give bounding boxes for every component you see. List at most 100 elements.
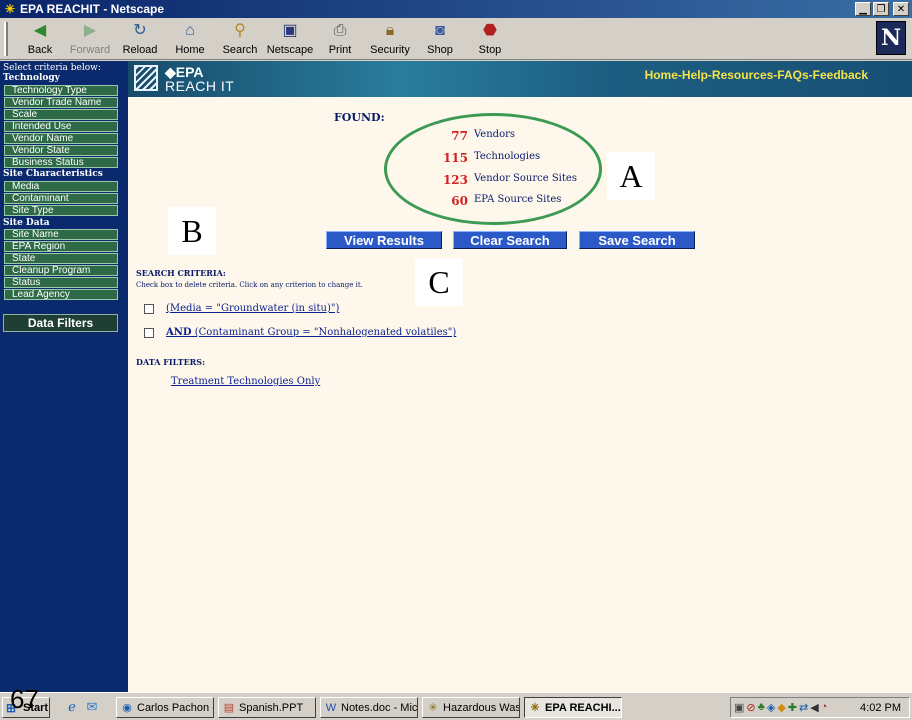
- criterion-link-media[interactable]: (Media = "Groundwater (in situ)"): [166, 303, 339, 314]
- home-button[interactable]: ⌂ Home: [164, 20, 216, 58]
- data-filters-button[interactable]: Data Filters: [3, 314, 118, 332]
- task-spanish-ppt[interactable]: ▤ Spanish.PPT: [218, 697, 316, 718]
- save-search-button[interactable]: Save Search: [579, 231, 695, 249]
- stat-row-epa-source-sites[interactable]: 60 EPA Source Sites: [128, 194, 588, 208]
- minimize-button[interactable]: ▁: [855, 2, 871, 16]
- nav-link-faqs[interactable]: FAQs: [777, 68, 808, 82]
- sidebar-item-status[interactable]: Status: [4, 277, 118, 288]
- stat-row-technologies[interactable]: 115 Technologies: [128, 151, 588, 165]
- nav-link-help[interactable]: Help: [682, 68, 708, 82]
- window-controls: ▁ ❐ ✕: [855, 2, 909, 16]
- browser-content: Select criteria below: Technology Techno…: [0, 61, 912, 692]
- criterion-link-contaminant[interactable]: AND (Contaminant Group = "Nonhalogenated…: [166, 327, 456, 338]
- forward-button[interactable]: ▶ Forward: [64, 20, 116, 58]
- tray-icon[interactable]: ⇄: [799, 701, 808, 714]
- sidebar-item-site-type[interactable]: Site Type: [4, 205, 118, 216]
- sidebar-item-business-status[interactable]: Business Status: [4, 157, 118, 168]
- reload-icon: ↻: [133, 22, 147, 39]
- sidebar-item-intended-use[interactable]: Intended Use: [4, 121, 118, 132]
- stat-count: 77: [451, 129, 468, 143]
- windows-taskbar: ⊞ Start ℯ ✉ ◉ Carlos Pachon - ... ▤ Span…: [0, 692, 912, 720]
- tray-icon[interactable]: ⊘: [746, 701, 755, 714]
- tray-icon[interactable]: ◈: [767, 701, 775, 714]
- search-criteria-help: Check box to delete criteria. Click on a…: [136, 281, 363, 289]
- forward-arrow-icon: ▶: [83, 22, 97, 39]
- internet-explorer-icon[interactable]: ℯ: [64, 699, 80, 715]
- shop-button[interactable]: ◙ Shop: [414, 20, 466, 58]
- netscape-app-icon: ✳: [4, 2, 16, 16]
- found-label: FOUND:: [334, 111, 385, 124]
- nav-link-feedback[interactable]: Feedback: [813, 68, 868, 82]
- word-icon: W: [325, 701, 337, 714]
- criterion-checkbox-media[interactable]: [144, 304, 154, 314]
- shop-icon: ◙: [435, 22, 445, 39]
- task-epa-reachit[interactable]: ✳ EPA REACHI...: [524, 697, 622, 718]
- stat-count: 123: [442, 173, 468, 187]
- top-nav-links: Home - Help - Resources - FAQs - Feedbac…: [645, 68, 868, 82]
- task-hazardous-waste[interactable]: ✳ Hazardous Was...: [422, 697, 520, 718]
- reload-button[interactable]: ↻ Reload: [114, 20, 166, 58]
- toolbar-grip[interactable]: [4, 22, 8, 56]
- sidebar-section-technology: Technology: [3, 73, 60, 83]
- tray-icon[interactable]: ◆: [777, 701, 785, 714]
- sidebar-item-cleanup-program[interactable]: Cleanup Program: [4, 265, 118, 276]
- outlook-express-icon[interactable]: ✉: [84, 699, 100, 715]
- tray-icon[interactable]: ✚: [788, 701, 797, 714]
- print-icon: ⎙: [333, 22, 347, 39]
- data-filters-title: DATA FILTERS:: [136, 357, 206, 367]
- sidebar-item-state[interactable]: State: [4, 253, 118, 264]
- nav-link-home[interactable]: Home: [645, 68, 678, 82]
- nav-link-resources[interactable]: Resources: [712, 68, 773, 82]
- lock-icon: 🔒︎: [385, 22, 395, 39]
- sidebar-item-site-name[interactable]: Site Name: [4, 229, 118, 240]
- restore-button[interactable]: ❐: [873, 2, 889, 16]
- tray-icon[interactable]: ♣: [758, 701, 765, 714]
- stop-button[interactable]: ⬣ Stop: [464, 20, 516, 58]
- brand-reachit: REACH IT: [165, 78, 235, 94]
- powerpoint-icon: ▤: [223, 701, 235, 714]
- print-button[interactable]: ⎙ Print: [314, 20, 366, 58]
- search-button[interactable]: ⚲ Search: [214, 20, 266, 58]
- close-button[interactable]: ✕: [893, 2, 909, 16]
- netscape-button[interactable]: ▣ Netscape: [264, 20, 316, 58]
- netscape-icon: ✳: [428, 701, 438, 714]
- main-pane: FOUND: 77 Vendors 115 Technologies 123 V…: [128, 97, 912, 692]
- sidebar-item-media[interactable]: Media: [4, 181, 118, 192]
- sidebar-item-lead-agency[interactable]: Lead Agency: [4, 289, 118, 300]
- sidebar-item-technology-type[interactable]: Technology Type: [4, 85, 118, 96]
- treatment-technologies-only-link[interactable]: Treatment Technologies Only: [171, 376, 320, 387]
- sidebar-item-scale[interactable]: Scale: [4, 109, 118, 120]
- stat-row-vendors[interactable]: 77 Vendors: [128, 129, 588, 143]
- back-button[interactable]: ◀ Back: [14, 20, 66, 58]
- sidebar-item-vendor-name[interactable]: Vendor Name: [4, 133, 118, 144]
- netscape-logo: N: [876, 21, 906, 55]
- sidebar-item-contaminant[interactable]: Contaminant: [4, 193, 118, 204]
- site-banner: ◆EPA REACH IT Home - Help - Resources - …: [128, 61, 912, 97]
- tray-icon[interactable]: ▣: [734, 701, 744, 714]
- sidebar-item-vendor-trade-name[interactable]: Vendor Trade Name: [4, 97, 118, 108]
- task-notes-doc[interactable]: W Notes.doc - Micr...: [320, 697, 418, 718]
- view-results-button[interactable]: View Results: [326, 231, 442, 249]
- annotation-a: A: [607, 152, 655, 200]
- netscape-icon: ✳: [530, 701, 540, 714]
- criterion-checkbox-contaminant[interactable]: [144, 328, 154, 338]
- sidebar-item-epa-region[interactable]: EPA Region: [4, 241, 118, 252]
- volume-icon[interactable]: ◀: [810, 701, 818, 714]
- my-netscape-icon: ▣: [282, 22, 298, 39]
- task-carlos-pachon[interactable]: ◉ Carlos Pachon - ...: [116, 697, 214, 718]
- security-button[interactable]: 🔒︎ Security: [364, 20, 416, 58]
- search-criteria-title: SEARCH CRITERIA:: [136, 268, 226, 278]
- sidebar-item-vendor-state[interactable]: Vendor State: [4, 145, 118, 156]
- back-arrow-icon: ◀: [33, 22, 47, 39]
- annotation-c: C: [415, 258, 463, 306]
- sidebar-section-site-characteristics: Site Characteristics: [3, 169, 103, 179]
- stat-row-vendor-source-sites[interactable]: 123 Vendor Source Sites: [128, 173, 588, 187]
- sidebar-section-site-data: Site Data: [3, 218, 50, 228]
- search-icon: ⚲: [234, 22, 246, 39]
- stat-count: 60: [451, 194, 468, 208]
- clear-search-button[interactable]: Clear Search: [453, 231, 567, 249]
- window-title-bar: ✳ EPA REACHIT - Netscape ▁ ❐ ✕: [0, 0, 912, 18]
- tray-icon[interactable]: ◔: [821, 701, 828, 714]
- sidebar-intro: Select criteria below:: [3, 63, 101, 73]
- epa-logo-icon: [134, 65, 158, 91]
